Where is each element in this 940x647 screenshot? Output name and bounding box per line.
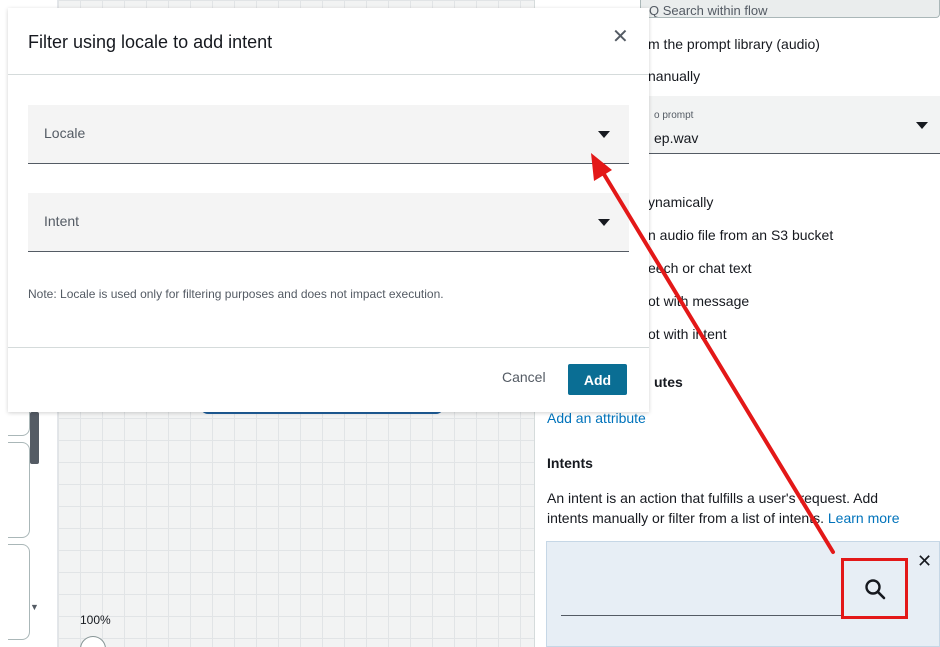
radio-option-label[interactable]: m the prompt library (audio)	[648, 36, 820, 52]
caret-down-icon	[598, 219, 610, 226]
zoom-level: 100%	[80, 613, 111, 627]
filter-intent-modal: Filter using locale to add intent ✕ Loca…	[8, 8, 649, 412]
radio-option-label[interactable]: nanually	[648, 68, 700, 84]
caret-down-icon	[598, 131, 610, 138]
intents-description: An intent is an action that fulfills a u…	[547, 488, 940, 528]
intents-heading: Intents	[547, 455, 593, 471]
search-icon	[864, 578, 885, 599]
intents-description-line: intents manually or filter from a list o…	[547, 508, 940, 528]
close-icon[interactable]: ✕	[917, 552, 932, 570]
close-icon[interactable]: ✕	[612, 26, 629, 48]
divider	[8, 74, 649, 75]
radio-option-label[interactable]: ot with message	[648, 293, 749, 309]
rail-scrollbar[interactable]	[30, 412, 39, 464]
intents-description-text: intents manually or filter from a list o…	[547, 510, 824, 526]
rail-block[interactable]	[8, 442, 30, 538]
radio-option-label[interactable]: ot with intent	[648, 326, 727, 342]
attributes-heading: utes	[654, 374, 683, 390]
prompt-select-value: ep.wav	[654, 130, 699, 146]
prompt-select-label: o prompt	[654, 110, 694, 121]
locale-note: Note: Locale is used only for filtering …	[28, 287, 444, 301]
radio-option-label[interactable]: eech or chat text	[648, 260, 752, 276]
caret-down-icon[interactable]	[916, 122, 928, 129]
rail-block[interactable]	[8, 544, 30, 640]
intent-select-label: Intent	[44, 213, 80, 229]
divider	[8, 347, 649, 348]
scroll-down-icon[interactable]: ▼	[30, 602, 39, 612]
cancel-button[interactable]: Cancel	[502, 369, 546, 385]
add-attribute-link[interactable]: Add an attribute	[547, 410, 646, 426]
flow-search-input[interactable]: Q Search within flow	[640, 0, 940, 18]
intents-description-line: An intent is an action that fulfills a u…	[547, 490, 879, 506]
radio-option-label[interactable]: n audio file from an S3 bucket	[648, 227, 833, 243]
screen: ▼ 100% Q Search within flow m the prompt…	[0, 0, 940, 647]
intent-search-input[interactable]	[561, 615, 841, 616]
modal-title: Filter using locale to add intent	[28, 32, 273, 52]
intent-search-button[interactable]	[841, 558, 908, 619]
learn-more-link[interactable]: Learn more	[828, 510, 900, 526]
locale-select-label: Locale	[44, 125, 86, 141]
radio-option-label[interactable]: ynamically	[648, 194, 713, 210]
intent-select[interactable]: Intent	[28, 193, 629, 252]
add-button[interactable]: Add	[568, 364, 627, 395]
locale-select[interactable]: Locale	[28, 105, 629, 164]
